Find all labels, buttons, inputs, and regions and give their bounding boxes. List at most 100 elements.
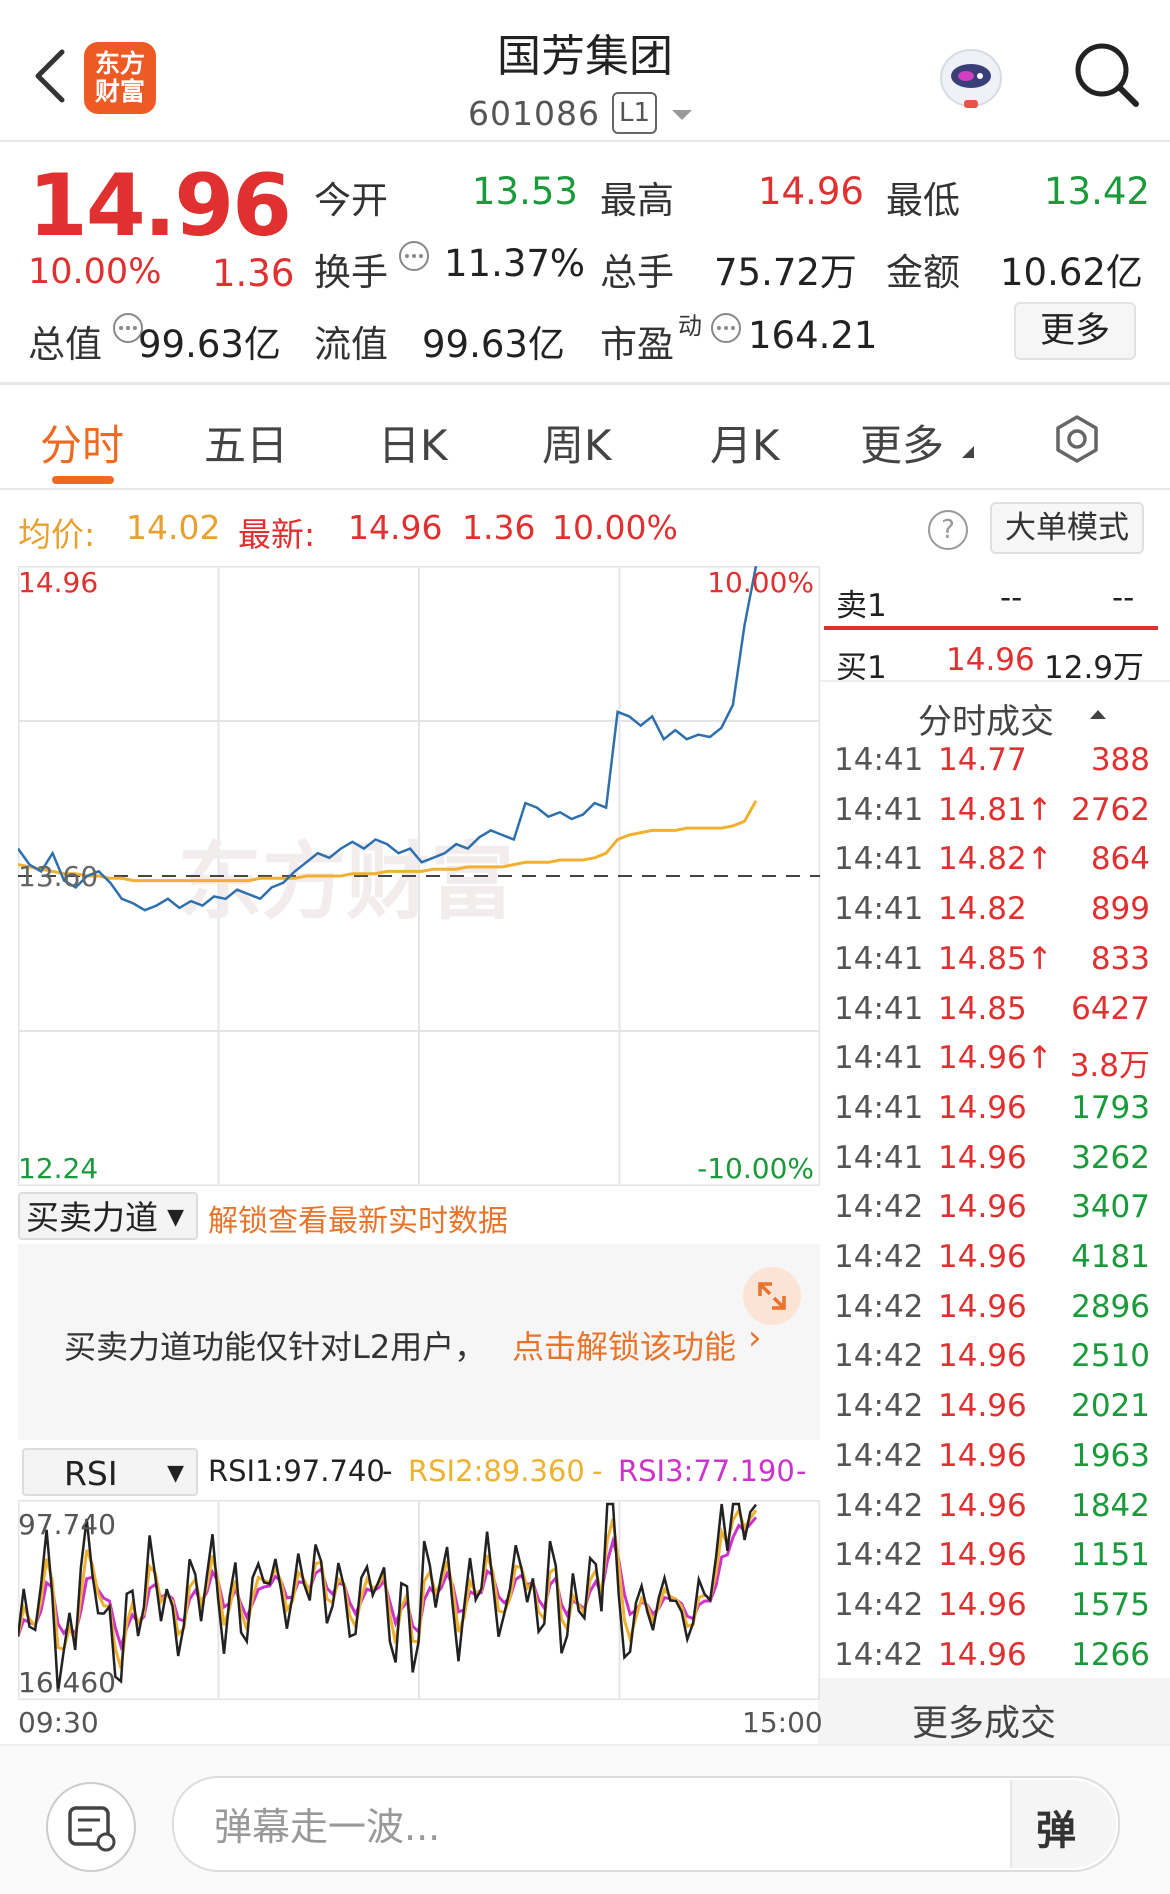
rsi-separator: - (382, 1454, 393, 1488)
logo-text-2: 财富 (94, 77, 145, 106)
trade-row: 14:42 14.96 4181 (834, 1239, 1150, 1289)
robot-assistant-icon[interactable] (936, 46, 1006, 112)
tab-five-day[interactable]: 五日 (204, 412, 288, 473)
trade-time: 14:41 (834, 1089, 924, 1126)
pct-top-label: 10.00% (707, 566, 814, 599)
rsi3-value: RSI3:77.190 (618, 1454, 795, 1488)
turnover-value: 11.37% (444, 242, 586, 285)
tab-daily-k[interactable]: 日K (378, 412, 448, 473)
y-top-label: 14.96 (18, 566, 98, 599)
trade-time: 14:41 (834, 990, 924, 1027)
avg-price-value: 14.02 (126, 508, 221, 547)
trade-time: 14:42 (834, 1437, 924, 1474)
trade-time: 14:42 (834, 1239, 924, 1275)
bid-ask-divider (824, 626, 1158, 630)
high-value: 14.96 (758, 170, 864, 213)
amount-value: 10.62亿 (1000, 251, 1143, 294)
tab-more[interactable]: 更多 (860, 412, 944, 473)
trade-row: 14:41 14.82 899 (834, 891, 1150, 941)
tab-monthly-k[interactable]: 月K (710, 412, 780, 473)
trade-time: 14:42 (834, 1586, 924, 1623)
trade-row: 14:42 14.96 1575 (834, 1587, 1150, 1637)
pct-bottom-label: -10.00% (697, 1152, 814, 1185)
trade-row: 14:41 14.96 3262 (834, 1140, 1150, 1190)
info-dots-icon[interactable] (398, 240, 430, 272)
tab-intraday[interactable]: 分时 (40, 412, 124, 473)
unlock-link[interactable]: 点击解锁该功能 (512, 1322, 736, 1368)
trade-volume: 1793 (1071, 1089, 1150, 1126)
chat-list-icon[interactable] (46, 1782, 136, 1872)
trade-price: 14.96 (938, 1388, 1027, 1425)
float-value: 99.63亿 (422, 323, 565, 366)
low-label: 最低 (886, 179, 960, 222)
sort-up-icon[interactable] (1090, 710, 1106, 719)
trade-volume: 833 (1090, 940, 1150, 977)
y-bottom-label: 12.24 (18, 1152, 98, 1185)
level-dropdown-icon[interactable] (672, 110, 692, 120)
trade-time: 14:41 (834, 940, 924, 977)
trade-volume: 1266 (1071, 1636, 1150, 1673)
level-badge[interactable]: L1 (612, 92, 658, 134)
trade-row: 14:42 14.96 1842 (834, 1488, 1150, 1538)
search-icon[interactable] (1072, 40, 1140, 110)
tab-weekly-k[interactable]: 周K (542, 412, 612, 473)
more-trades-button[interactable]: 更多成交 (912, 1694, 1056, 1746)
dropdown-arrow-icon: ▼ (167, 1461, 184, 1486)
rsi-indicator-select[interactable]: RSI ▼ (22, 1448, 198, 1496)
unlock-hint[interactable]: 解锁查看最新实时数据 (208, 1196, 508, 1240)
help-icon[interactable]: ? (928, 510, 968, 550)
trade-price: 14.81↑ (938, 791, 1053, 828)
trade-time: 14:42 (834, 1189, 924, 1226)
trade-time: 14:41 (834, 1040, 924, 1077)
trade-time: 14:41 (834, 791, 924, 828)
trade-volume: 864 (1090, 841, 1150, 878)
stock-code: 601086 (468, 94, 600, 133)
pe-superscript: 动 (678, 312, 702, 340)
trade-price: 14.85 (938, 990, 1027, 1027)
trade-row: 14:41 14.77 388 (834, 742, 1150, 792)
trade-price: 14.96 (938, 1139, 1027, 1176)
rsi-separator: - (592, 1454, 603, 1488)
change-amount: 1.36 (212, 252, 295, 295)
trades-title[interactable]: 分时成交 (918, 694, 1054, 743)
trade-row: 14:42 14.96 2896 (834, 1289, 1150, 1339)
low-value: 13.42 (1044, 170, 1150, 213)
trade-time: 14:41 (834, 742, 924, 778)
float-label: 流值 (314, 323, 388, 366)
info-dots-icon[interactable] (710, 312, 742, 344)
rsi3-line (18, 1516, 758, 1652)
more-tab-corner-icon (962, 446, 974, 458)
trade-volume: 2021 (1071, 1388, 1150, 1425)
power-indicator-select[interactable]: 买卖力道 ▼ (18, 1192, 198, 1240)
trade-time: 14:42 (834, 1636, 924, 1673)
trade-price: 14.96 (938, 1288, 1027, 1325)
gear-icon[interactable] (1052, 414, 1102, 464)
logo-text-1: 东方 (94, 49, 145, 78)
sell1-volume: -- (1112, 580, 1135, 616)
trade-time: 14:41 (834, 891, 924, 928)
pe-value: 164.21 (748, 314, 878, 357)
power-select-label: 买卖力道 (26, 1198, 158, 1237)
danmu-send-button[interactable]: 弹 (1010, 1780, 1116, 1868)
big-order-mode-button[interactable]: 大单模式 (990, 502, 1144, 554)
trade-price: 14.96 (938, 1338, 1027, 1375)
rsi-chart[interactable]: 97.740 16.460 (18, 1500, 820, 1700)
trade-volume: 2896 (1071, 1288, 1150, 1325)
intraday-chart[interactable]: 东方财富 14.96 13.60 12.24 10.00% -10.00% (18, 566, 820, 1186)
back-chevron-icon[interactable] (28, 46, 72, 106)
trade-row: 14:41 14.82↑ 864 (834, 841, 1150, 891)
change-percent: 10.00% (28, 252, 162, 292)
trade-volume: 4181 (1071, 1239, 1150, 1275)
trade-row: 14:42 14.96 1151 (834, 1537, 1150, 1587)
trade-price: 14.96 (938, 1239, 1027, 1275)
more-quote-button[interactable]: 更多 (1014, 302, 1136, 360)
trade-price: 14.96↑ (938, 1040, 1053, 1077)
trade-volume: 1842 (1071, 1487, 1150, 1524)
expand-icon[interactable] (742, 1266, 802, 1326)
latest-value: 14.96 (348, 508, 443, 547)
trade-time: 14:42 (834, 1537, 924, 1574)
trade-row: 14:41 14.85 6427 (834, 991, 1150, 1041)
open-value: 13.53 (472, 170, 578, 213)
trade-volume: 388 (1090, 742, 1150, 778)
trade-volume: 3407 (1071, 1189, 1150, 1226)
